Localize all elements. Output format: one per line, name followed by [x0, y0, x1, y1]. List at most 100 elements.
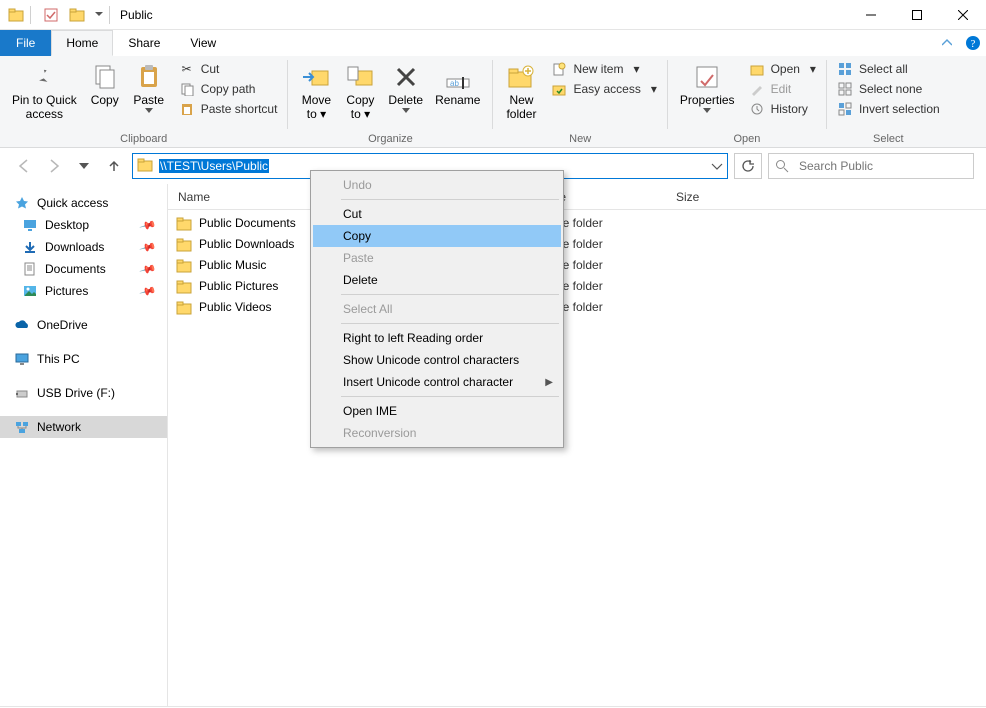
delete-icon [390, 61, 422, 93]
column-headers[interactable]: Name Type Size [168, 184, 986, 210]
forward-button[interactable] [42, 154, 66, 178]
onedrive-icon [14, 317, 30, 333]
file-name: Public Documents [199, 216, 296, 230]
edit-button[interactable]: Edit [745, 80, 820, 98]
this-pc-icon [14, 351, 30, 367]
star-icon [14, 195, 30, 211]
properties-icon [691, 61, 723, 93]
ctx-paste[interactable]: Paste [313, 247, 561, 269]
scissors-icon: ✂ [179, 61, 195, 77]
nav-desktop[interactable]: Desktop📌 [0, 214, 167, 236]
file-name: Public Downloads [199, 237, 294, 251]
nav-network[interactable]: Network [0, 416, 167, 438]
file-row[interactable]: Public MusicFile folder [168, 254, 986, 275]
pin-icon: 📌 [139, 216, 157, 234]
search-input[interactable] [797, 158, 967, 174]
folder-qat-icon[interactable] [67, 5, 87, 25]
tab-file[interactable]: File [0, 30, 51, 56]
recent-locations-button[interactable] [72, 154, 96, 178]
nav-pictures[interactable]: Pictures📌 [0, 280, 167, 302]
search-box[interactable] [768, 153, 974, 179]
select-none-button[interactable]: Select none [833, 80, 944, 98]
open-icon [749, 61, 765, 77]
nav-this-pc[interactable]: This PC [0, 348, 167, 370]
nav-documents[interactable]: Documents📌 [0, 258, 167, 280]
ribbon: Pin to Quickaccess Copy Paste ✂Cut Copy … [0, 56, 986, 148]
maximize-button[interactable] [894, 0, 940, 30]
ctx-delete[interactable]: Delete [313, 269, 561, 291]
close-button[interactable] [940, 0, 986, 30]
tab-view[interactable]: View [175, 30, 231, 56]
properties-button[interactable]: Properties [674, 58, 741, 113]
ribbon-collapse-icon[interactable] [934, 30, 960, 56]
nav-quick-access[interactable]: Quick access [0, 192, 167, 214]
ctx-reconversion[interactable]: Reconversion [313, 422, 561, 444]
address-dropdown-icon[interactable] [711, 157, 723, 175]
file-name: Public Music [199, 258, 266, 272]
tab-share[interactable]: Share [113, 30, 175, 56]
folder-app-icon [6, 5, 26, 25]
context-menu: Undo Cut Copy Paste Delete Select All Ri… [310, 170, 564, 448]
pin-icon [28, 61, 60, 93]
minimize-button[interactable] [848, 0, 894, 30]
copy-path-button[interactable]: Copy path [175, 80, 282, 98]
back-button[interactable] [12, 154, 36, 178]
ctx-undo[interactable]: Undo [313, 174, 561, 196]
pin-icon: 📌 [139, 260, 157, 278]
window-title: Public [120, 8, 153, 22]
rename-button[interactable]: abRename [429, 58, 486, 108]
copy-path-icon [179, 81, 195, 97]
new-item-button[interactable]: New item▾ [547, 60, 660, 78]
rename-icon: ab [442, 61, 474, 93]
invert-selection-button[interactable]: Invert selection [833, 100, 944, 118]
group-label-new: New [499, 133, 660, 147]
ctx-copy[interactable]: Copy [313, 225, 561, 247]
pin-to-quick-access-button[interactable]: Pin to Quickaccess [6, 58, 83, 122]
select-all-button[interactable]: Select all [833, 60, 944, 78]
ctx-select-all[interactable]: Select All [313, 298, 561, 320]
move-to-button[interactable]: Moveto ▾ [294, 58, 338, 122]
file-type: File folder [550, 300, 666, 314]
col-type[interactable]: Type [550, 190, 666, 204]
file-name: Public Videos [199, 300, 272, 314]
file-row[interactable]: Public Videos File folder [168, 296, 986, 317]
network-icon [14, 419, 30, 435]
ctx-rtl[interactable]: Right to left Reading order [313, 327, 561, 349]
pin-icon: 📌 [139, 238, 157, 256]
file-row[interactable]: Public DocumentsFile folder [168, 212, 986, 233]
history-button[interactable]: History [745, 100, 820, 118]
easy-access-button[interactable]: Easy access▾ [547, 80, 660, 98]
folder-icon [176, 299, 192, 315]
qat-dropdown-icon[interactable] [93, 5, 105, 25]
paste-button[interactable]: Paste [127, 58, 171, 113]
help-icon[interactable]: ? [960, 30, 986, 56]
move-to-icon [300, 61, 332, 93]
ctx-show-unicode[interactable]: Show Unicode control characters [313, 349, 561, 371]
nav-downloads[interactable]: Downloads📌 [0, 236, 167, 258]
new-folder-button[interactable]: Newfolder [499, 58, 543, 122]
new-item-icon [551, 61, 567, 77]
folder-icon [137, 157, 155, 175]
file-row[interactable]: Public DownloadsFile folder [168, 233, 986, 254]
search-icon [775, 159, 789, 173]
address-text[interactable]: \\TEST\Users\Public [159, 159, 269, 173]
ctx-cut[interactable]: Cut [313, 203, 561, 225]
group-label-organize: Organize [294, 133, 486, 147]
nav-onedrive[interactable]: OneDrive [0, 314, 167, 336]
file-row[interactable]: Public PicturesFile folder [168, 275, 986, 296]
up-button[interactable] [102, 154, 126, 178]
ctx-open-ime[interactable]: Open IME [313, 400, 561, 422]
copy-to-button[interactable]: Copyto ▾ [338, 58, 382, 122]
tab-home[interactable]: Home [51, 30, 113, 56]
qat-properties-icon[interactable] [41, 5, 61, 25]
ctx-insert-unicode[interactable]: Insert Unicode control character▶ [313, 371, 561, 393]
refresh-button[interactable] [734, 153, 762, 179]
open-button[interactable]: Open▾ [745, 60, 820, 78]
pictures-icon [22, 283, 38, 299]
copy-button[interactable]: Copy [83, 58, 127, 108]
nav-usb-drive[interactable]: USB Drive (F:) [0, 382, 167, 404]
col-size[interactable]: Size [666, 190, 986, 204]
paste-shortcut-button[interactable]: Paste shortcut [175, 100, 282, 118]
cut-button[interactable]: ✂Cut [175, 60, 282, 78]
delete-button[interactable]: Delete [382, 58, 429, 113]
